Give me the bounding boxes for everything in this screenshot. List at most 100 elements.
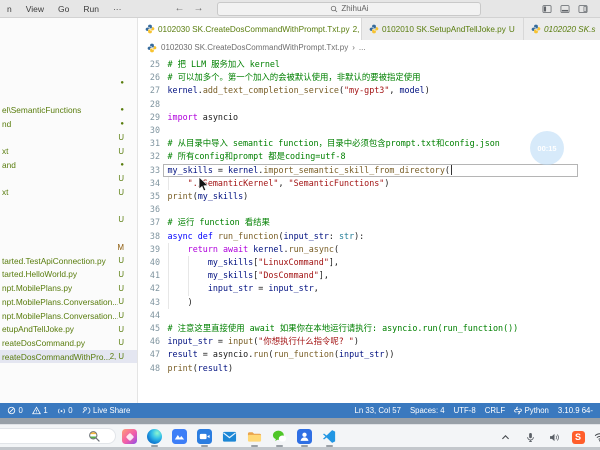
code-line-44[interactable]: 44 (138, 309, 600, 322)
taskbar-search-box[interactable] (0, 428, 116, 444)
code-line-29[interactable]: 29 import asyncio (138, 111, 600, 124)
code-line-42[interactable]: 42 input_str = input_str, (138, 282, 600, 296)
tab-1[interactable]: 0102010 SK.SetupAndTellJoke.py U (362, 18, 524, 40)
mouse-cursor (198, 176, 210, 193)
menu-item-2[interactable]: Go (51, 4, 76, 14)
sidebar-file-10[interactable]: U (0, 213, 137, 227)
tab-2[interactable]: 0102020 SK.s (524, 18, 600, 40)
sidebar-file-20[interactable]: reateDosCommandWithPro... 2, U (0, 349, 137, 364)
sidebar-file-13[interactable]: tarted.TestApiConnection.py U (0, 254, 137, 268)
code-editor[interactable]: 25 # 把 LLM 服务加入 kernel 26 # 可以加多个。第一个加入的会被默… (138, 55, 600, 403)
status-item-3-10-9-64-[interactable]: 3.10.9 64- (558, 406, 593, 415)
breadcrumb-file[interactable]: 0102030 SK.CreateDosCommandWithPrompt.Tx… (161, 43, 348, 52)
code-token: # 可以加多个。第一个加入的会被默认使用，非默认的要被指定使用 (167, 72, 421, 83)
sidebar-file-5[interactable]: xt U (0, 144, 137, 158)
code-line-33[interactable]: 33 my_skills = kernel.import_semantic_ski… (138, 164, 600, 177)
sidebar-file-16[interactable]: npt.MobilePlans.Conversation.... U (0, 295, 137, 309)
code-line-40[interactable]: 40 my_skills["LinuxCommand"], (138, 256, 600, 270)
sidebar-file-2[interactable]: el\SemanticFunctions ● (0, 103, 137, 117)
sidebar-file-18[interactable]: etupAndTellJoke.py U (0, 322, 137, 336)
status-item-crlf[interactable]: CRLF (485, 406, 505, 415)
status-item-python[interactable]: Python (514, 406, 549, 415)
sidebar-file-15[interactable]: npt.MobilePlans.py U (0, 281, 137, 295)
nav-arrows: ← → (174, 3, 203, 14)
code-line-26[interactable]: 26 # 可以加多个。第一个加入的会被默认使用，非默认的要被指定使用 (138, 71, 600, 84)
command-center-search[interactable]: ZhihuAi (217, 1, 482, 16)
menu-item-0[interactable]: n (0, 4, 19, 14)
sidebar-file-9[interactable] (0, 199, 137, 213)
code-line-48[interactable]: 48 print(result) (138, 362, 600, 375)
file-label: xt (2, 146, 9, 157)
menu-item-1[interactable]: View (19, 4, 51, 14)
sidebar-file-3[interactable]: nd ● (0, 117, 137, 131)
sidebar-file-6[interactable]: and ● (0, 158, 137, 172)
forward-arrow-icon[interactable]: → (193, 3, 203, 14)
tray-microphone-icon[interactable] (523, 430, 537, 444)
status-item-1[interactable]: 1 (31, 406, 48, 415)
python-file-icon (369, 24, 379, 34)
menu-item-3[interactable]: Run (76, 4, 106, 14)
taskbar-photos-icon[interactable] (121, 428, 138, 445)
tray-sogou-input-icon[interactable]: S (571, 430, 585, 444)
code-line-30[interactable]: 30 (138, 124, 600, 137)
tab-label: 0102020 SK.s (544, 24, 596, 34)
line-number: 46 (149, 336, 160, 347)
status-item-ln-33-col-57[interactable]: Ln 33, Col 57 (355, 406, 401, 415)
python-logo-icon (514, 406, 522, 415)
status-item-live-share[interactable]: Live Share (82, 406, 130, 415)
sidebar-file-0[interactable]: ● (0, 76, 137, 90)
code-line-38[interactable]: 38 async def run_function(input_str: str)… (138, 230, 600, 243)
sidebar-file-7[interactable]: U (0, 172, 137, 186)
code-line-28[interactable]: 28 (138, 98, 600, 111)
status-item-0[interactable]: 0 (57, 406, 73, 415)
sidebar-file-11[interactable] (0, 227, 137, 241)
tray-chevron-up-icon[interactable] (498, 430, 512, 444)
taskbar-explorer-icon[interactable] (246, 428, 263, 447)
breadcrumb-more[interactable]: ... (359, 43, 366, 52)
sidebar-file-8[interactable]: xt U (0, 186, 137, 200)
tab-0[interactable]: 0102030 SK.CreateDosCommandWithPrompt.Tx… (138, 18, 362, 40)
taskbar-video-icon[interactable] (196, 428, 213, 447)
status-item-0[interactable]: 0 (7, 406, 23, 415)
code-line-43[interactable]: 43 ) (138, 295, 600, 309)
code-token: ( (444, 164, 450, 175)
status-item-utf-8[interactable]: UTF-8 (454, 406, 476, 415)
status-item-spaces-4[interactable]: Spaces: 4 (410, 406, 445, 415)
taskbar-mail-icon[interactable] (221, 428, 238, 445)
code-line-25[interactable]: 25 # 把 LLM 服务加入 kernel (138, 58, 600, 71)
taskbar-wechat-icon[interactable] (271, 428, 288, 447)
code-line-41[interactable]: 41 my_skills["DosCommand"], (138, 269, 600, 283)
taskbar-edge-icon[interactable] (146, 428, 163, 447)
sidebar-file-17[interactable]: npt.MobilePlans.Conversation.... U (0, 309, 137, 323)
code-text: kernel.add_text_completion_service("my-g… (168, 84, 430, 97)
line-number: 38 (149, 230, 160, 241)
taskbar-cloud-icon[interactable] (171, 428, 188, 445)
breadcrumb[interactable]: 0102030 SK.CreateDosCommandWithPrompt.Tx… (138, 40, 600, 55)
windows-search-icon[interactable] (88, 430, 101, 443)
sidebar-file-19[interactable]: reateDosCommand.py U (0, 336, 137, 350)
code-line-46[interactable]: 46 input_str = input("你想执行什么指令呢? ") (138, 335, 600, 348)
code-line-36[interactable]: 36 (138, 203, 600, 216)
back-arrow-icon[interactable]: ← (174, 3, 184, 14)
taskbar-vscode-icon[interactable] (321, 428, 338, 447)
toggle-secondary-sidebar-icon[interactable] (578, 4, 588, 14)
sidebar-file-4[interactable]: U (0, 131, 137, 145)
code-line-27[interactable]: 27 kernel.add_text_completion_service("my… (138, 84, 600, 97)
code-token: print (167, 191, 193, 201)
tray-wifi-icon[interactable] (593, 430, 600, 444)
code-line-45[interactable]: 45 # 注意这里直接使用 await 如果你在本地运行请执行: asyncio.… (138, 322, 600, 335)
code-line-37[interactable]: 37 # 运行 function 看结果 (138, 216, 600, 229)
toggle-panel-icon[interactable] (560, 4, 570, 14)
menu-item-4[interactable]: ··· (106, 4, 129, 14)
taskbar-assistant-icon[interactable] (296, 428, 313, 447)
code-token: run_async (288, 243, 334, 254)
code-token: run_function (273, 349, 334, 360)
sidebar-file-1[interactable] (0, 90, 137, 104)
code-line-39[interactable]: 39 return await kernel.run_async( (138, 242, 600, 256)
sidebar-file-14[interactable]: tarted.HelloWorld.py U (0, 268, 137, 282)
sidebar-file-12[interactable]: M (0, 240, 137, 254)
code-line-47[interactable]: 47 result = asyncio.run(run_function(inpu… (138, 348, 600, 361)
code-text: my_skills = kernel.import_semantic_skill… (168, 164, 450, 177)
toggle-primary-sidebar-icon[interactable] (542, 4, 552, 14)
tray-speaker-icon[interactable] (547, 430, 561, 444)
